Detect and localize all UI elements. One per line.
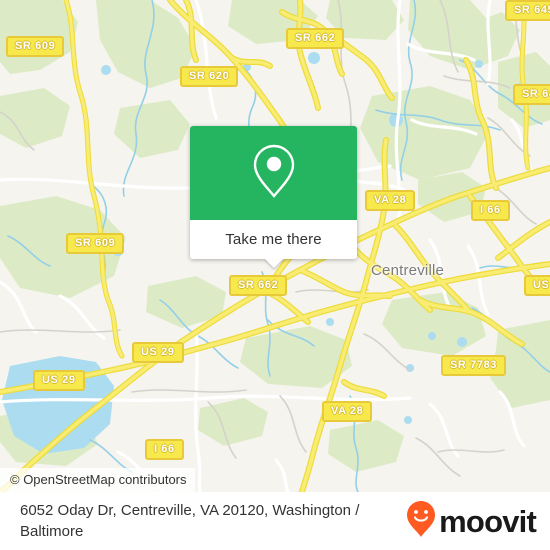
road-shield[interactable]: US 2 xyxy=(524,275,550,296)
road-shield[interactable]: US 29 xyxy=(33,370,85,391)
road-shield[interactable]: VA 28 xyxy=(322,401,373,422)
road-shield[interactable]: SR 609 xyxy=(6,36,65,57)
address-text: 6052 Oday Dr, Centreville, VA 20120, Was… xyxy=(20,502,360,540)
moovit-logo[interactable]: moovit xyxy=(406,500,537,543)
road-shield[interactable]: SR 662 xyxy=(286,28,345,49)
road-shield[interactable]: SR 662 xyxy=(229,275,288,296)
road-shield[interactable]: SR 620 xyxy=(180,66,239,87)
footer-bar: 6052 Oday Dr, Centreville, VA 20120, Was… xyxy=(0,492,550,550)
map-canvas[interactable]: Centreville SR 609 SR 620 SR 662 SR 645 … xyxy=(0,0,550,492)
take-me-there-button[interactable]: Take me there xyxy=(225,231,321,248)
road-shield[interactable]: I 66 xyxy=(471,200,510,221)
road-shield[interactable]: SR 609 xyxy=(66,233,125,254)
road-shield[interactable]: SR 645 xyxy=(505,0,550,21)
place-label-centreville: Centreville xyxy=(371,262,445,279)
callout-footer[interactable]: Take me there xyxy=(190,220,357,268)
location-callout-card[interactable]: Take me there xyxy=(190,126,357,268)
callout-pointer-tail xyxy=(263,258,284,268)
callout-header xyxy=(190,126,357,220)
openstreetmap-attribution[interactable]: © OpenStreetMap contributors xyxy=(0,468,195,492)
moovit-smiley-pin-icon xyxy=(406,500,436,543)
road-shield[interactable]: SR 7783 xyxy=(441,355,507,376)
road-shield[interactable]: US 29 xyxy=(132,342,184,363)
road-shield[interactable]: I 66 xyxy=(145,439,184,460)
moovit-wordmark: moovit xyxy=(439,503,537,539)
road-shield[interactable]: SR 645 xyxy=(513,84,550,105)
road-shield[interactable]: VA 28 xyxy=(365,190,416,211)
map-pin-icon xyxy=(251,143,297,204)
